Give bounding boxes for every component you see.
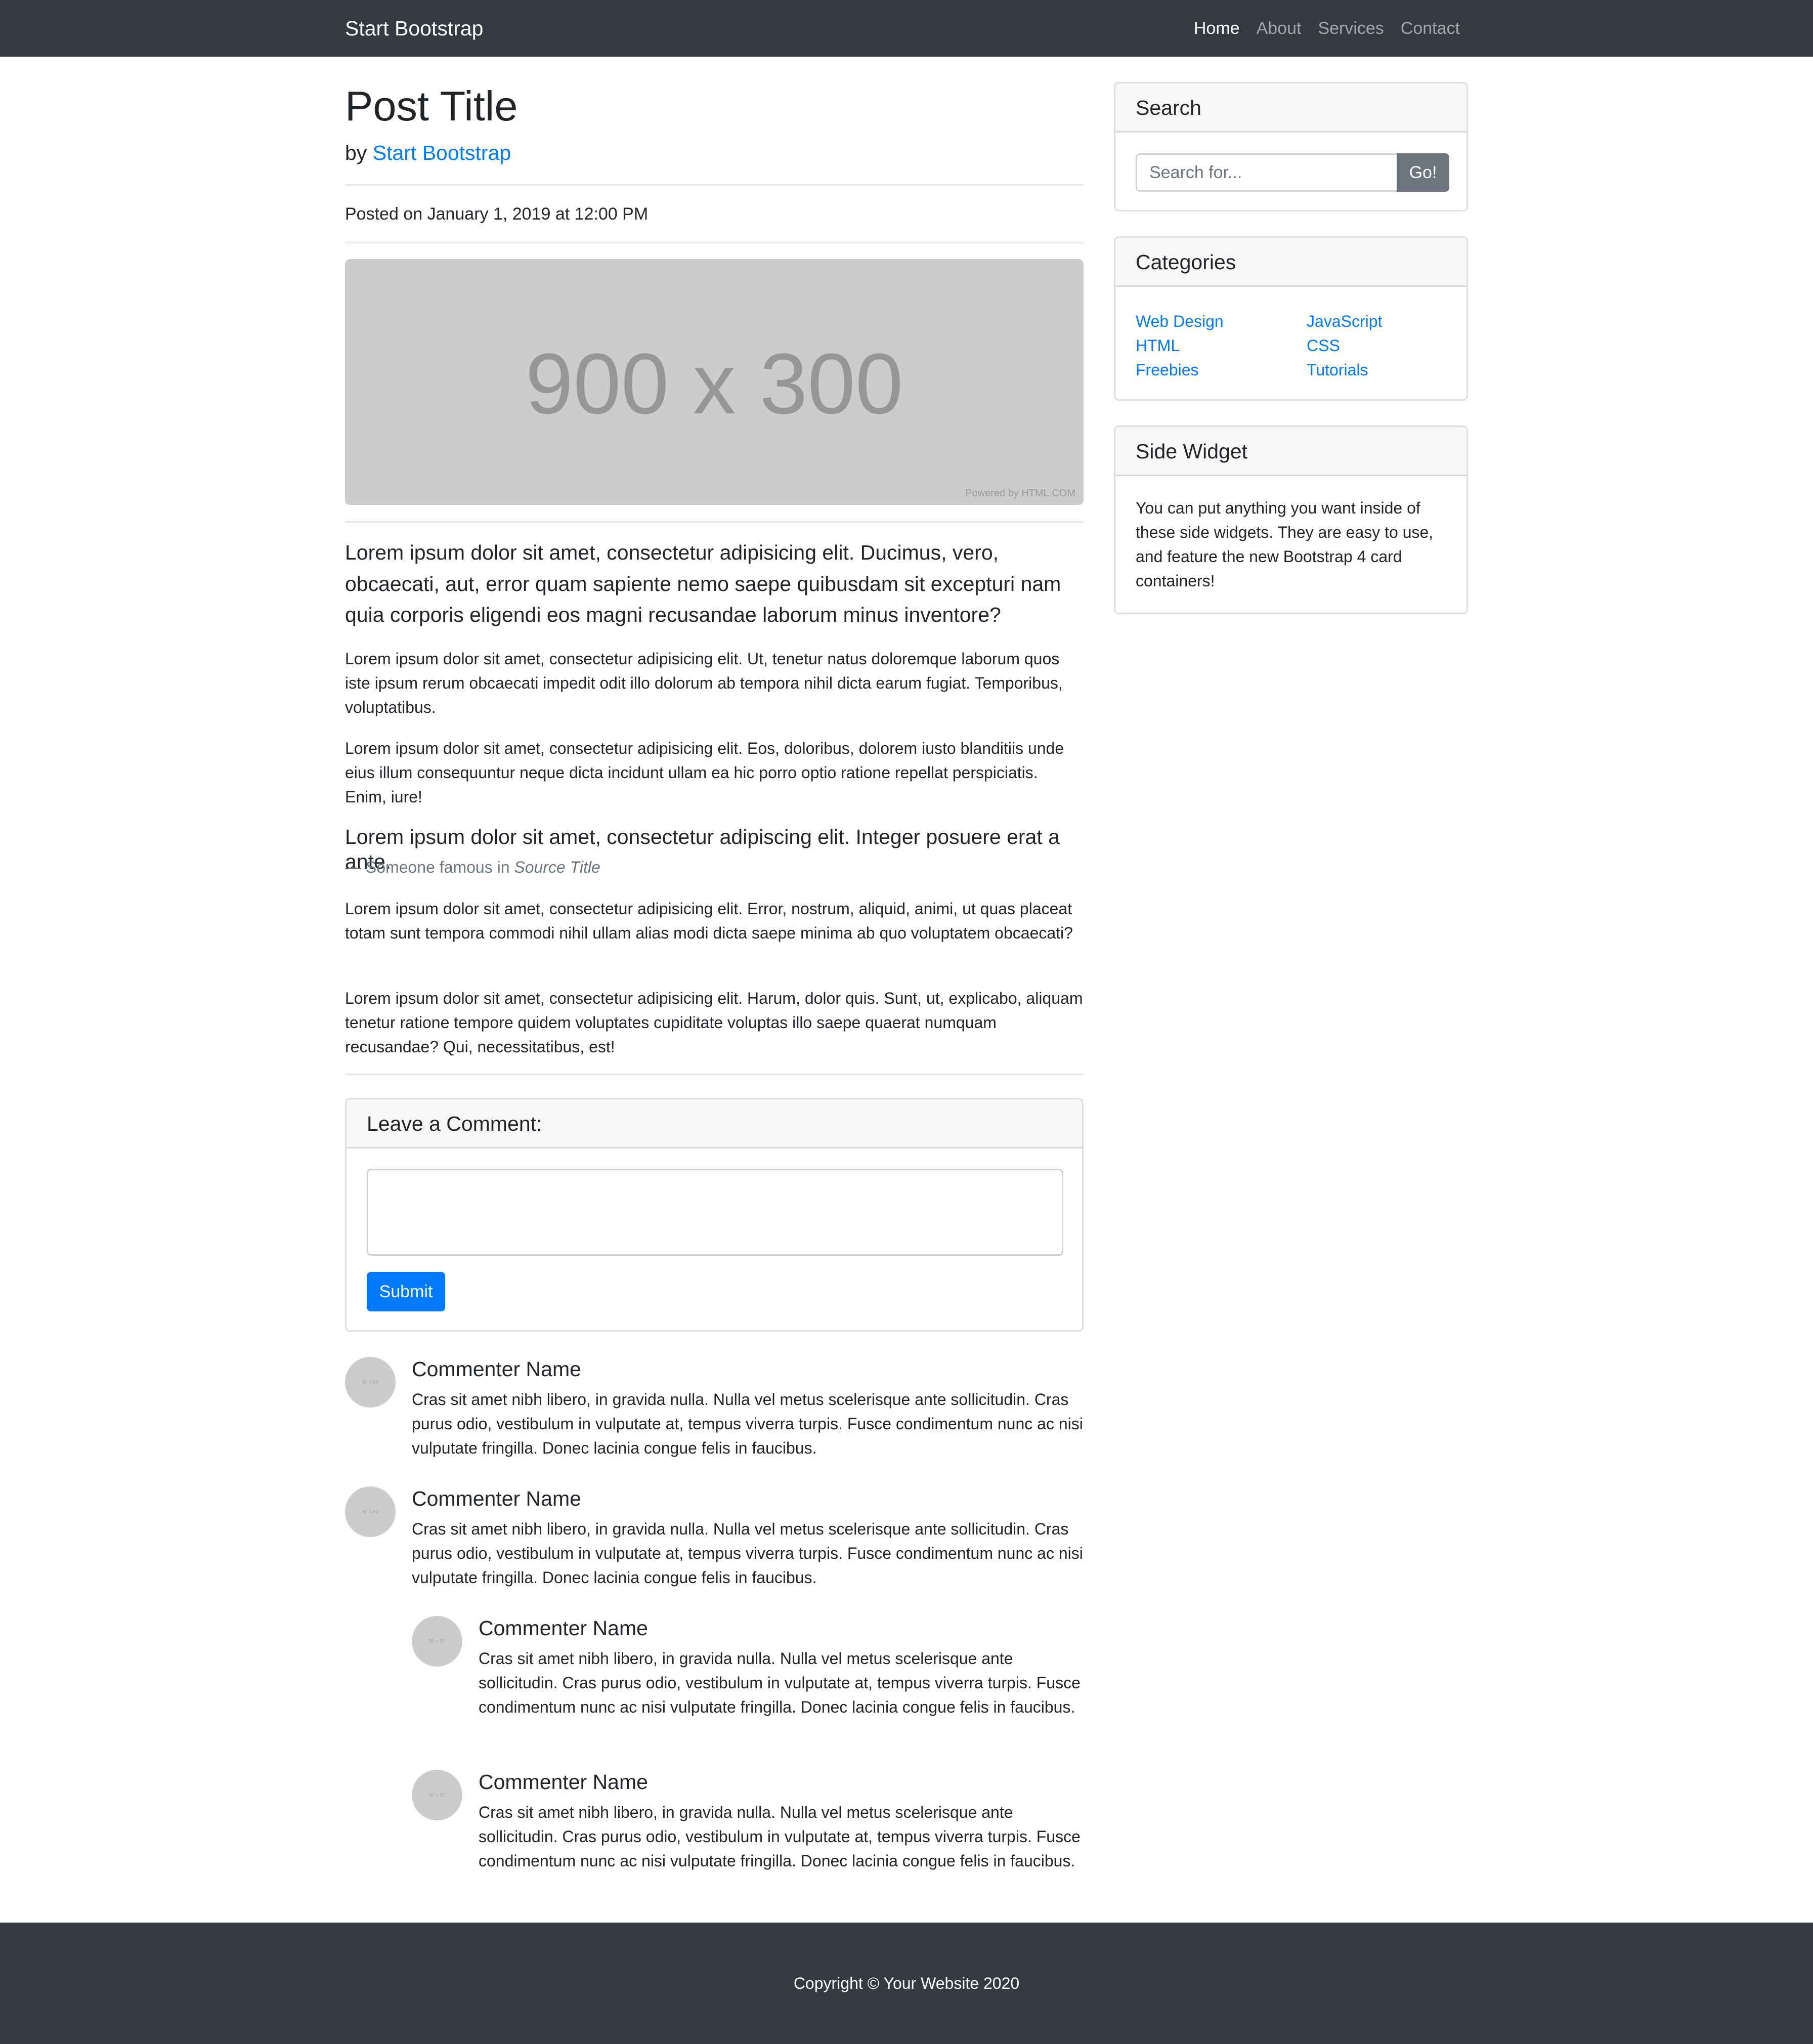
commenter-name: Commenter Name xyxy=(479,1770,648,1794)
byline-prefix: by xyxy=(345,141,367,164)
category-link-tutorials[interactable]: Tutorials xyxy=(1307,361,1368,379)
category-link-freebies[interactable]: Freebies xyxy=(1136,361,1199,379)
avatar: 50 x 50 xyxy=(345,1486,396,1537)
avatar: 50 x 50 xyxy=(412,1616,462,1667)
copyright-text: Copyright © Your Website 2020 xyxy=(793,1974,1020,1992)
top-navbar: Start Bootstrap Home About Services Cont… xyxy=(0,0,1813,57)
author-link[interactable]: Start Bootstrap xyxy=(373,141,511,164)
post-title: Post Title xyxy=(345,82,518,130)
comment-text: Cras sit amet nibh libero, in gravida nu… xyxy=(479,1649,1081,1716)
commenter-name: Commenter Name xyxy=(412,1487,581,1510)
post-paragraph: Lorem ipsum dolor sit amet, consectetur … xyxy=(345,739,1064,806)
side-widget: Side Widget You can put anything you wan… xyxy=(1114,425,1468,614)
post-date: Posted on January 1, 2019 at 12:00 PM xyxy=(345,204,649,224)
divider xyxy=(345,521,1084,523)
divider xyxy=(345,242,1084,243)
blockquote-source: Source Title xyxy=(514,858,600,876)
category-list-right: JavaScript CSS Tutorials xyxy=(1307,309,1382,382)
nav-link-home[interactable]: Home xyxy=(1194,0,1240,57)
category-link-html[interactable]: HTML xyxy=(1136,336,1180,355)
blockquote-attribution: — Someone famous in xyxy=(345,858,514,876)
comment-text: Cras sit amet nibh libero, in gravida nu… xyxy=(479,1803,1081,1870)
divider xyxy=(345,184,1084,186)
categories-widget: Categories Web Design HTML Freebies Java… xyxy=(1114,236,1468,401)
avatar: 50 x 50 xyxy=(412,1770,462,1820)
post-paragraph: Lorem ipsum dolor sit amet, consectetur … xyxy=(345,989,1083,1056)
comment: 50 x 50 Commenter Name Cras sit amet nib… xyxy=(345,1357,1084,1468)
post-paragraph: Lorem ipsum dolor sit amet, consectetur … xyxy=(345,900,1073,942)
comment-form-card: Leave a Comment: Submit xyxy=(345,1098,1084,1332)
category-link-css[interactable]: CSS xyxy=(1307,336,1340,355)
divider xyxy=(345,1074,1084,1075)
comment-reply: 50 x 50 Commenter Name Cras sit amet nib… xyxy=(412,1770,1084,1901)
search-widget-title: Search xyxy=(1115,83,1466,133)
nav-link-about[interactable]: About xyxy=(1257,0,1302,57)
side-widget-text: You can put anything you want inside of … xyxy=(1136,499,1434,590)
comment-text: Cras sit amet nibh libero, in gravida nu… xyxy=(412,1390,1083,1457)
comment-reply: 50 x 50 Commenter Name Cras sit amet nib… xyxy=(412,1616,1084,1748)
navbar-links: Home About Services Contact xyxy=(1194,0,1460,57)
commenter-name: Commenter Name xyxy=(479,1616,648,1640)
image-powered-by: Powered by HTML.COM xyxy=(965,488,1075,499)
category-list-left: Web Design HTML Freebies xyxy=(1136,309,1224,382)
nav-link-services[interactable]: Services xyxy=(1318,0,1384,57)
side-widget-title: Side Widget xyxy=(1115,427,1466,476)
page-footer: Copyright © Your Website 2020 xyxy=(0,1923,1813,2044)
nav-link-contact[interactable]: Contact xyxy=(1401,0,1460,57)
navbar-brand[interactable]: Start Bootstrap xyxy=(345,0,483,57)
comment: 50 x 50 Commenter Name Cras sit amet nib… xyxy=(345,1486,1084,1891)
search-widget: Search Search for... Go! xyxy=(1114,82,1468,211)
blockquote-footer: — Someone famous in Source Title xyxy=(345,855,600,879)
category-link-javascript[interactable]: JavaScript xyxy=(1307,312,1382,330)
avatar: 50 x 50 xyxy=(345,1357,396,1408)
search-go-button[interactable]: Go! xyxy=(1397,153,1449,192)
commenter-name: Commenter Name xyxy=(412,1357,581,1381)
image-size-label: 900 x 300 xyxy=(525,336,903,432)
post-lead-paragraph: Lorem ipsum dolor sit amet, consectetur … xyxy=(345,541,1061,626)
comment-form-title: Leave a Comment: xyxy=(347,1099,1082,1148)
post-paragraph: Lorem ipsum dolor sit amet, consectetur … xyxy=(345,650,1063,716)
comment-text: Cras sit amet nibh libero, in gravida nu… xyxy=(412,1520,1083,1587)
search-input[interactable]: Search for... xyxy=(1136,153,1397,192)
post-image-placeholder: 900 x 300 Powered by HTML.COM xyxy=(345,259,1084,505)
categories-widget-title: Categories xyxy=(1115,238,1466,287)
comment-textarea[interactable] xyxy=(367,1169,1063,1256)
submit-button[interactable]: Submit xyxy=(367,1272,445,1311)
category-link-web-design[interactable]: Web Design xyxy=(1136,312,1224,330)
post-byline: by Start Bootstrap xyxy=(345,138,511,169)
